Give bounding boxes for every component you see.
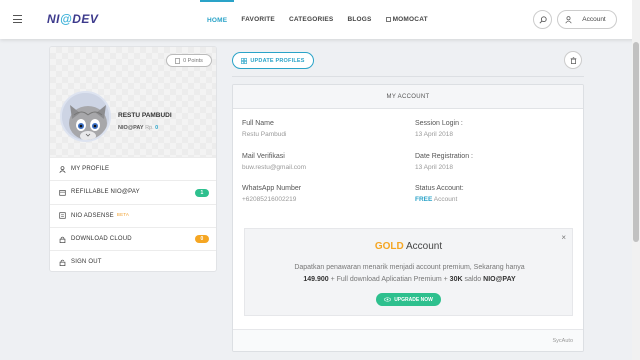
session-login-label: Session Login : — [415, 120, 463, 127]
site-logo[interactable]: NI@DEV — [47, 12, 98, 26]
gold-bonus: 30K — [449, 276, 463, 283]
account-button[interactable]: Account — [557, 10, 617, 29]
full-name-value: Restu Pambudi — [242, 131, 287, 138]
menu-sign-out[interactable]: SIGN OUT — [50, 250, 216, 271]
menu-adsense[interactable]: NIO ADSENSE BETA — [50, 203, 216, 227]
nav-home[interactable]: HOME — [200, 0, 235, 39]
search-button[interactable] — [533, 10, 552, 29]
registration-field: Date Registration : 13 April 2018 — [415, 153, 473, 171]
nav-favorite[interactable]: FAVORITE — [234, 0, 282, 39]
gold-text-2: + Full download Aplicatian Premium + — [330, 276, 448, 283]
whatsapp-field: WhatsApp Number +62085216002219 — [242, 185, 301, 203]
gold-title-rest: Account — [405, 241, 443, 252]
menu-refillable[interactable]: REFILLABLE NIO@PAY 1 — [50, 180, 216, 203]
update-profiles-button[interactable]: UPDATE PROFILES — [232, 52, 314, 69]
beta-tag: BETA — [116, 212, 130, 218]
registration-label: Date Registration : — [415, 153, 473, 160]
gold-niopay: NIO@PAY — [483, 276, 516, 283]
points-label: 0 Points — [183, 57, 203, 64]
refillable-count-badge: 1 — [195, 188, 209, 197]
email-value: buw.restu@gmail.com — [242, 164, 307, 171]
avatar[interactable] — [60, 91, 111, 142]
nav-categories[interactable]: CATEGORIES — [282, 0, 341, 39]
delete-button[interactable] — [564, 51, 582, 69]
full-name-label: Full Name — [242, 120, 274, 127]
status-label: Status Account: — [415, 185, 464, 192]
status-suffix: Account — [433, 196, 458, 203]
menu-download-cloud[interactable]: DOWNLOAD CLOUD 0 — [50, 226, 216, 250]
lock-icon — [59, 236, 66, 243]
status-field: Status Account: FREE Account — [415, 185, 464, 203]
footer-brand: SycAuto — [552, 338, 573, 344]
gold-text-1: Dapatkan penawaran menarik menjadi accou… — [294, 264, 525, 271]
user-icon — [59, 165, 66, 173]
points-badge[interactable]: 0 Points — [166, 54, 212, 67]
momocat-icon — [385, 17, 391, 22]
menu-my-profile-label: MY PROFILE — [71, 166, 110, 173]
section-divider — [232, 76, 584, 77]
profile-card: 0 Points RESTU PAMBUDI NIO@PAY Rp. 0 MY … — [49, 46, 217, 272]
logo-text-suffix: DEV — [72, 12, 99, 26]
gold-description: Dapatkan penawaran menarik menjadi accou… — [255, 262, 564, 286]
gold-text-3: saldo — [464, 276, 482, 283]
whatsapp-value: +62085216002219 — [242, 196, 297, 203]
menu-refillable-label: REFILLABLE NIO@PAY — [71, 189, 140, 196]
logo-text-at: @ — [60, 12, 73, 26]
trash-icon — [570, 56, 576, 64]
grid-icon — [241, 57, 248, 64]
status-free: FREE — [415, 196, 433, 203]
account-label: Account — [582, 16, 606, 23]
account-card-header: MY ACCOUNT — [233, 85, 583, 109]
account-card-footer: SycAuto — [233, 329, 583, 351]
menu-my-profile[interactable]: MY PROFILE — [50, 157, 216, 180]
upgrade-now-button[interactable]: UPGRADE NOW — [376, 293, 441, 306]
profile-name: RESTU PAMBUDI — [118, 112, 172, 119]
menu-signout-label: SIGN OUT — [71, 259, 102, 266]
logo-text-prefix: NI — [47, 12, 60, 26]
user-icon — [565, 16, 572, 24]
nav-momocat[interactable]: MOMOCAT — [379, 0, 435, 39]
top-navbar: NI@DEV HOME FAVORITE CATEGORIES BLOGS MO… — [0, 0, 640, 39]
session-login-value: 13 April 2018 — [415, 131, 453, 138]
gold-price: 149.900 — [303, 276, 329, 283]
wallet-icon — [59, 189, 66, 196]
scrollbar-thumb[interactable] — [633, 42, 639, 242]
session-login-field: Session Login : 13 April 2018 — [415, 120, 463, 138]
ads-icon — [59, 212, 66, 219]
nav-blogs[interactable]: BLOGS — [340, 0, 378, 39]
email-label: Mail Verifikasi — [242, 153, 285, 160]
balance-label: NIO@PAY — [118, 125, 144, 131]
upgrade-now-label: UPGRADE NOW — [394, 296, 433, 303]
email-field: Mail Verifikasi buw.restu@gmail.com — [242, 153, 306, 171]
account-card: MY ACCOUNT Full Name Restu Pambudi Sessi… — [232, 84, 584, 352]
page-scrollbar[interactable] — [632, 0, 640, 360]
signout-icon — [59, 259, 66, 266]
gold-title-highlight: GOLD — [374, 241, 404, 252]
menu-adsense-label: NIO ADSENSE — [71, 212, 114, 219]
status-value: FREE Account — [415, 196, 464, 203]
menu-icon[interactable] — [13, 15, 22, 23]
whatsapp-label: WhatsApp Number — [242, 185, 302, 192]
search-icon — [538, 15, 547, 24]
gold-promo: × GOLD Account Dapatkan penawaran menari… — [244, 228, 573, 316]
eye-icon — [384, 297, 392, 302]
points-icon — [175, 57, 180, 64]
update-profiles-label: UPDATE PROFILES — [250, 57, 305, 64]
main-nav: HOME FAVORITE CATEGORIES BLOGS MOMOCAT — [200, 0, 435, 39]
balance: NIO@PAY Rp. 0 — [118, 125, 158, 131]
profile-menu: MY PROFILE REFILLABLE NIO@PAY 1 NIO ADSE… — [50, 157, 216, 271]
gold-title: GOLD Account — [245, 241, 572, 252]
menu-download-label: DOWNLOAD CLOUD — [71, 236, 132, 243]
balance-currency: Rp. — [145, 125, 154, 131]
registration-value: 13 April 2018 — [415, 164, 453, 171]
nav-momocat-label: MOMOCAT — [392, 16, 428, 23]
full-name-field: Full Name Restu Pambudi — [242, 120, 286, 138]
download-count-badge: 0 — [195, 235, 209, 244]
balance-value: 0 — [155, 125, 159, 131]
